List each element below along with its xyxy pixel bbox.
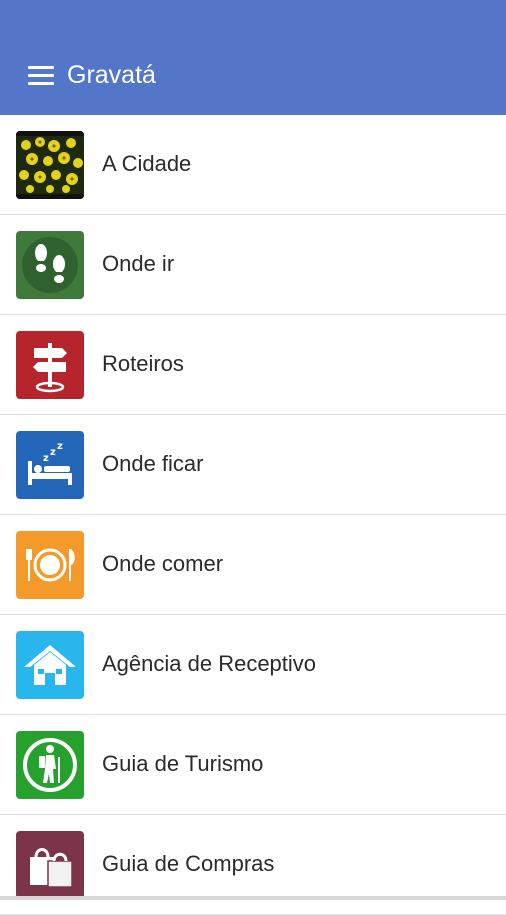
hamburger-menu-icon[interactable] xyxy=(28,66,54,86)
flowers-photo-icon xyxy=(16,131,84,199)
menu-item-guia-de-turismo[interactable]: Guia de Turismo xyxy=(0,715,506,815)
menu-item-agencia-de-receptivo[interactable]: Agência de Receptivo xyxy=(0,615,506,715)
menu-item-label: Guia de Turismo xyxy=(102,751,264,776)
menu-item-onde-comer[interactable]: Onde comer xyxy=(0,515,506,615)
menu-item-label: Guia de Compras xyxy=(102,851,275,876)
menu-list: A Cidade Onde ir Roteiros z z z Onde fic… xyxy=(0,115,506,915)
svg-text:z: z xyxy=(43,453,49,464)
menu-item-label: Roteiros xyxy=(102,351,184,376)
list-bottom-edge xyxy=(0,896,506,900)
menu-item-onde-ficar[interactable]: z z z Onde ficar xyxy=(0,415,506,515)
shopping-bags-icon xyxy=(16,831,84,899)
bed-icon: z z z xyxy=(16,431,84,499)
plate-cutlery-icon xyxy=(16,531,84,599)
hiker-icon xyxy=(16,731,84,799)
signpost-icon xyxy=(16,331,84,399)
menu-item-label: Onde comer xyxy=(102,551,224,576)
menu-item-label: Onde ficar xyxy=(102,451,204,476)
svg-text:z: z xyxy=(50,447,56,458)
menu-item-label: A Cidade xyxy=(102,151,192,176)
app-bar: Gravatá xyxy=(0,0,506,115)
menu-item-a-cidade[interactable]: A Cidade xyxy=(0,115,506,215)
menu-item-label: Onde ir xyxy=(102,251,175,276)
house-icon xyxy=(16,631,84,699)
menu-item-roteiros[interactable]: Roteiros xyxy=(0,315,506,415)
menu-item-onde-ir[interactable]: Onde ir xyxy=(0,215,506,315)
footprints-icon xyxy=(16,231,84,299)
menu-item-label: Agência de Receptivo xyxy=(102,651,317,676)
svg-text:z: z xyxy=(57,441,63,452)
app-title: Gravatá xyxy=(67,61,156,89)
menu-item-guia-de-compras[interactable]: Guia de Compras xyxy=(0,815,506,915)
